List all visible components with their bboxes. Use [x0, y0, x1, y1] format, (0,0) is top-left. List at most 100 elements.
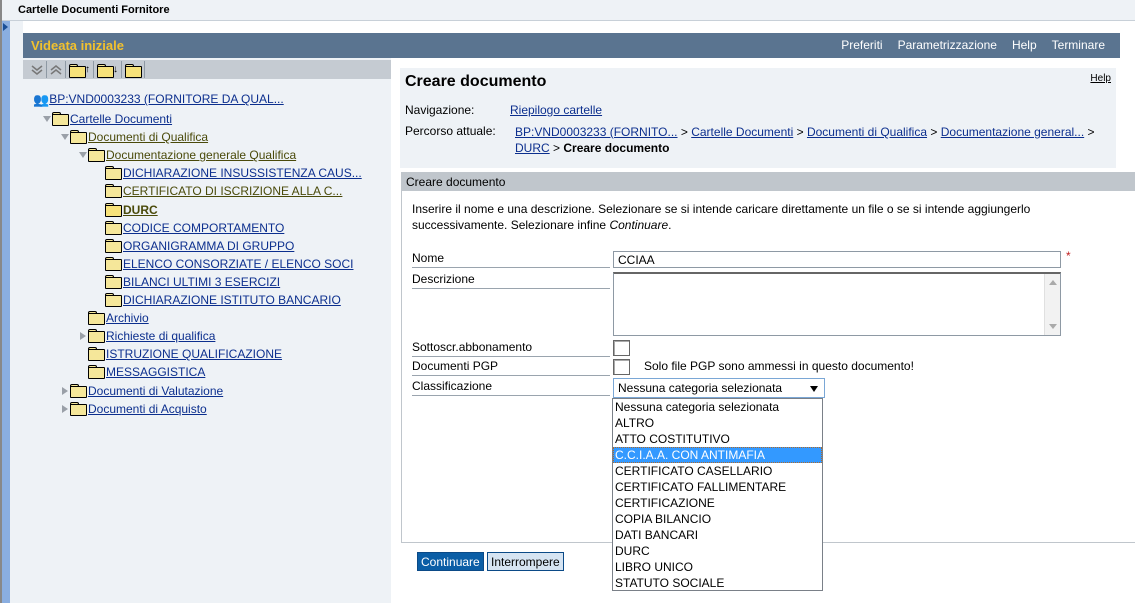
descrizione-textarea[interactable] — [613, 272, 1061, 336]
collapsed-arrow-icon[interactable] — [79, 332, 87, 341]
dropdown-option[interactable]: DATI BANCARI — [613, 527, 822, 543]
dropdown-option[interactable]: STATUTO SOCIALE — [613, 575, 822, 591]
nome-input[interactable]: CCIAA — [613, 251, 1061, 268]
tree-node[interactable]: Documenti di Qualifica — [61, 129, 208, 145]
collapse-all-icon[interactable] — [47, 61, 66, 78]
folder-down-icon[interactable]: ↓ — [94, 61, 122, 78]
scroll-down-icon[interactable] — [1049, 324, 1057, 329]
tree-node[interactable]: Cartelle Documenti — [43, 111, 172, 127]
expanded-arrow-icon[interactable] — [61, 133, 69, 141]
tree-node[interactable]: DICHIARAZIONE ISTITUTO BANCARIO — [105, 292, 341, 308]
dropdown-option[interactable]: COPIA BILANCIO — [613, 511, 822, 527]
tree-node[interactable]: Richieste di qualifica — [79, 328, 215, 344]
tree-node[interactable]: BILANCI ULTIMI 3 ESERCIZI — [105, 274, 280, 290]
folder-icon — [105, 274, 122, 289]
tree-node[interactable]: DICHIARAZIONE INSUSSISTENZA CAUS... — [105, 165, 362, 181]
menu-terminare[interactable]: Terminare — [1052, 38, 1105, 52]
breadcrumb-durc[interactable]: DURC — [515, 141, 550, 155]
dropdown-option[interactable]: CERTIFICATO FALLIMENTARE — [613, 479, 822, 495]
expand-all-icon[interactable] — [28, 61, 47, 78]
folder-search-icon[interactable] — [122, 61, 145, 78]
tree-node[interactable]: Documentazione generale Qualifica — [79, 147, 296, 163]
dropdown-option[interactable]: CERTIFICAZIONE — [613, 495, 822, 511]
breadcrumb-cartelle[interactable]: Cartelle Documenti — [691, 125, 793, 139]
dropdown-option[interactable]: CERTIFICATO CASELLARIO — [613, 463, 822, 479]
tree-node-label[interactable]: DICHIARAZIONE ISTITUTO BANCARIO — [123, 293, 341, 307]
spacer — [10, 21, 23, 603]
continue-button[interactable]: Continuare — [417, 552, 484, 571]
tree-node-label[interactable]: BILANCI ULTIMI 3 ESERCIZI — [123, 275, 280, 289]
expanded-arrow-icon[interactable] — [43, 115, 51, 123]
folder-icon — [70, 130, 87, 145]
folder-icon — [70, 383, 87, 398]
tree-node-label[interactable]: Richieste di qualifica — [106, 329, 215, 343]
tree-node[interactable]: CERTIFICATO DI ISCRIZIONE ALLA C... — [105, 183, 342, 199]
tree-node[interactable]: DURC — [105, 202, 158, 218]
folder-icon — [52, 112, 69, 126]
tree-node-label[interactable]: ELENCO CONSORZIATE / ELENCO SOCI — [123, 257, 353, 271]
tree-node-label[interactable]: DURC — [123, 203, 158, 217]
page-title: Creare documento — [405, 73, 547, 90]
pgp-checkbox[interactable] — [613, 359, 630, 375]
breadcrumb-separator: > — [930, 125, 938, 139]
dropdown-option[interactable]: DURC — [613, 543, 822, 559]
collapsed-arrow-icon[interactable] — [61, 386, 69, 395]
breadcrumb-documentazione[interactable]: Documentazione general... — [941, 125, 1084, 139]
tree-node[interactable]: ELENCO CONSORZIATE / ELENCO SOCI — [105, 256, 353, 272]
dropdown-option[interactable]: ATTO COSTITUTIVO — [613, 431, 822, 447]
tree-node[interactable]: CODICE COMPORTAMENTO — [105, 220, 284, 236]
tree-node-label[interactable]: Documenti di Valutazione — [88, 384, 223, 398]
riepilogo-cartelle-link[interactable]: Riepilogo cartelle — [510, 103, 602, 117]
dropdown-option[interactable]: Nessuna categoria selezionata — [613, 399, 822, 415]
sottoscr-checkbox[interactable] — [613, 340, 630, 356]
intro-text: Inserire il nome e una descrizione. Sele… — [412, 202, 1031, 232]
tree-node-label[interactable]: Archivio — [106, 311, 149, 325]
tree-root-link[interactable]: BP:VND0003233 (FORNITORE DA QUAL... — [49, 92, 284, 106]
menu-parametrizzazione[interactable]: Parametrizzazione — [898, 38, 997, 52]
descrizione-label: Descrizione — [412, 272, 610, 289]
dropdown-option[interactable]: ALTRO — [613, 415, 822, 431]
classificazione-select[interactable]: Nessuna categoria selezionata — [613, 378, 825, 398]
tree-node-label[interactable]: Documenti di Qualifica — [88, 130, 208, 144]
scroll-up-icon[interactable] — [1049, 280, 1057, 285]
tree-root[interactable]: 👥BP:VND0003233 (FORNITORE DA QUAL... — [33, 91, 284, 108]
window-title: Cartelle Documenti Fornitore — [18, 4, 170, 16]
tree-node-label[interactable]: Documenti di Acquisto — [88, 402, 207, 416]
folder-icon — [105, 220, 122, 235]
textarea-scrollbar[interactable] — [1044, 274, 1060, 335]
tree-node[interactable]: Documenti di Valutazione — [61, 383, 223, 399]
folder-up-icon[interactable]: ↑ — [66, 61, 94, 78]
tree-node[interactable]: Archivio — [79, 310, 149, 326]
expanded-arrow-icon[interactable] — [79, 151, 87, 159]
tree-node-label[interactable]: ISTRUZIONE QUALIFICAZIONE — [106, 347, 282, 361]
navigation-label: Navigazione: — [405, 103, 475, 117]
breadcrumb-qualifica[interactable]: Documenti di Qualifica — [807, 125, 927, 139]
expand-arrow-icon[interactable] — [3, 23, 8, 31]
side-panel-toggle[interactable] — [0, 21, 10, 603]
collapsed-arrow-icon[interactable] — [61, 404, 69, 413]
breadcrumb-current: Creare documento — [563, 141, 670, 155]
cancel-button[interactable]: Interrompere — [487, 552, 564, 571]
tree-node[interactable]: ISTRUZIONE QUALIFICAZIONE — [79, 346, 282, 362]
dropdown-option[interactable]: C.C.I.A.A. CON ANTIMAFIA — [613, 447, 822, 463]
tree-node-label[interactable]: MESSAGGISTICA — [106, 365, 205, 379]
tree-node[interactable]: MESSAGGISTICA — [79, 364, 205, 380]
menu-help[interactable]: Help — [1012, 38, 1037, 52]
breadcrumb-bp[interactable]: BP:VND0003233 (FORNITO... — [515, 125, 678, 139]
form-intro: Inserire il nome e una descrizione. Sele… — [412, 201, 1112, 233]
tree-node-label[interactable]: Documentazione generale Qualifica — [106, 148, 296, 162]
breadcrumb-separator: > — [553, 141, 561, 155]
dropdown-option[interactable]: LIBRO UNICO — [613, 559, 822, 575]
tree-node-label[interactable]: CODICE COMPORTAMENTO — [123, 221, 284, 235]
help-link[interactable]: Help — [1090, 73, 1111, 84]
folder-icon — [88, 329, 105, 344]
page-header: Creare documento Help Navigazione: Riepil… — [400, 68, 1116, 168]
tree-node[interactable]: Documenti di Acquisto — [61, 401, 207, 417]
menu-preferiti[interactable]: Preferiti — [841, 38, 882, 52]
tree-node-label[interactable]: DICHIARAZIONE INSUSSISTENZA CAUS... — [123, 166, 362, 180]
classificazione-value: Nessuna categoria selezionata — [618, 381, 783, 395]
tree-node[interactable]: ORGANIGRAMMA DI GRUPPO — [105, 238, 294, 254]
tree-node-label[interactable]: CERTIFICATO DI ISCRIZIONE ALLA C... — [123, 184, 342, 198]
tree-node-label[interactable]: Cartelle Documenti — [70, 112, 172, 126]
tree-node-label[interactable]: ORGANIGRAMMA DI GRUPPO — [123, 239, 294, 253]
